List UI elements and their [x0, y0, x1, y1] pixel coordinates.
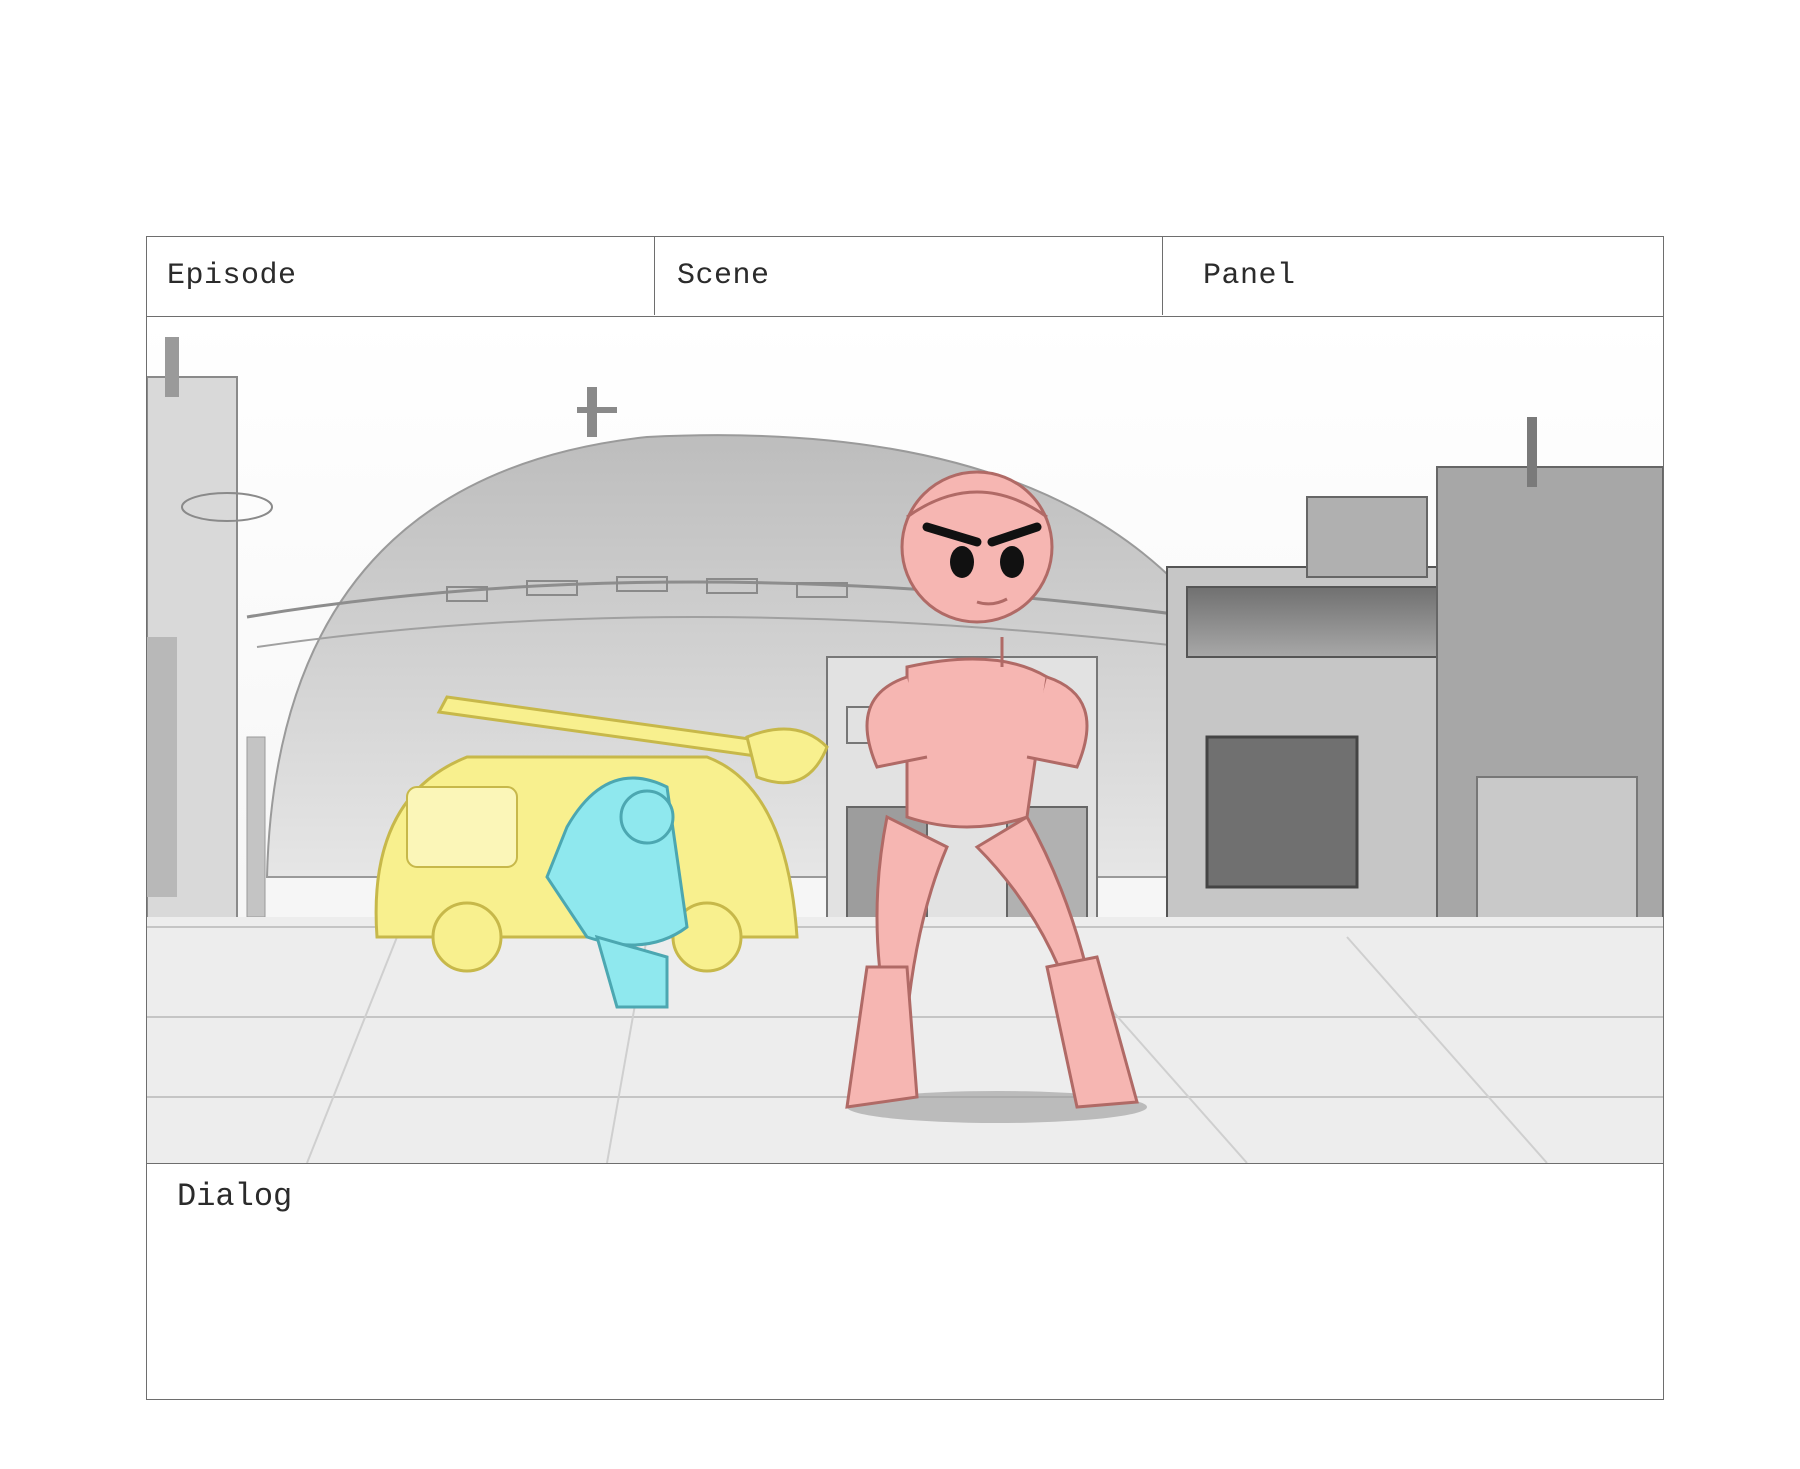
episode-label: Episode: [167, 259, 297, 293]
episode-cell: Episode: [147, 237, 655, 315]
panel-cell: Panel: [1163, 237, 1663, 315]
panel-artwork: [147, 317, 1663, 1163]
panel-label: Panel: [1203, 259, 1296, 293]
storyboard-header: Episode Scene Panel: [147, 237, 1663, 317]
scene-label: Scene: [677, 259, 770, 293]
dialog-label: Dialog: [177, 1178, 293, 1215]
storyboard-sketch: [147, 317, 1663, 1163]
storyboard-sheet: Episode Scene Panel Dialog: [146, 236, 1664, 1400]
scene-cell: Scene: [655, 237, 1163, 315]
dialog-box: Dialog: [147, 1163, 1663, 1399]
